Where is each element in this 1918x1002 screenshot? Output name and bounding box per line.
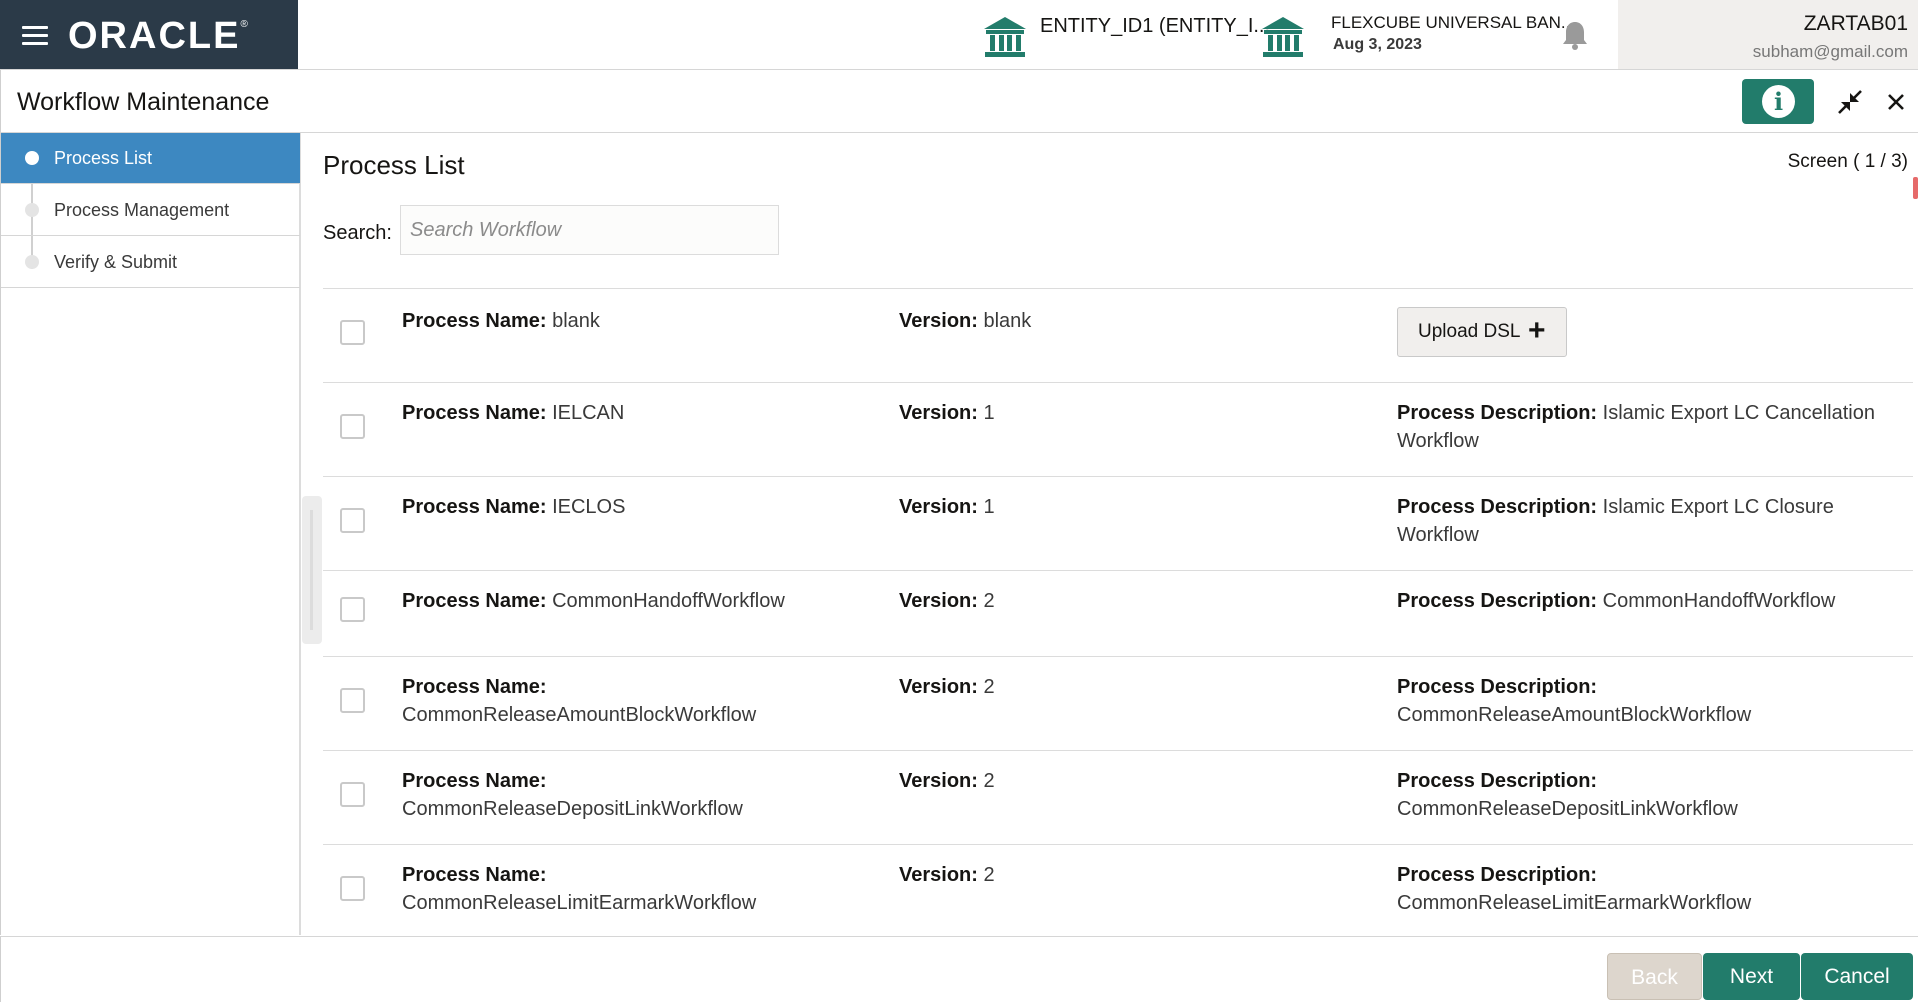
user-email: subham@gmail.com: [1752, 42, 1908, 61]
process-name: Process Name: IECLOS: [402, 496, 626, 518]
process-version: Version: 1: [899, 402, 995, 424]
window-title: Workflow Maintenance: [17, 88, 270, 116]
process-description: Process Description: Islamic Export LC C…: [1397, 496, 1834, 546]
row-checkbox[interactable]: [340, 876, 365, 901]
process-name: Process Name: CommonReleaseDepositLinkWor…: [402, 770, 743, 820]
scroll-indicator[interactable]: [1913, 177, 1918, 199]
process-name: Process Name: CommonHandoffWorkflow: [402, 590, 785, 612]
user-id: ZARTAB01: [1803, 12, 1908, 35]
user-menu[interactable]: ZARTAB01 subham@gmail.com: [1618, 0, 1918, 69]
list-item: Process Name: CommonReleaseLimitEarmarkWo…: [323, 844, 1913, 938]
bell-icon[interactable]: [1560, 19, 1590, 51]
process-description: Process Description: CommonReleaseLimitEa…: [1397, 864, 1752, 914]
process-version: Version: 1: [899, 496, 995, 518]
next-button[interactable]: Next: [1703, 953, 1800, 1000]
process-version: Version: 2: [899, 770, 995, 792]
sidebar-item-label: Process Management: [54, 200, 230, 220]
row-checkbox[interactable]: [340, 508, 365, 533]
list-item: Process Name: CommonReleaseDepositLinkWor…: [323, 750, 1913, 844]
list-item: Process Name: IELCAN Version: 1 Process …: [323, 382, 1913, 476]
process-name: Process Name: CommonReleaseAmountBlockWor…: [402, 676, 757, 726]
hamburger-icon[interactable]: [22, 26, 48, 45]
page-title: Process List: [323, 150, 465, 180]
sidebar-item-verify-submit[interactable]: Verify & Submit: [1, 237, 300, 288]
close-icon[interactable]: [1884, 90, 1908, 114]
step-dot-icon: [25, 203, 39, 217]
branch-date: Aug 3, 2023: [1333, 36, 1422, 53]
upload-dsl-button[interactable]: Upload DSL +: [1397, 307, 1567, 357]
oracle-logo: ORACLE®: [68, 15, 250, 57]
process-version: Version: 2: [899, 676, 995, 698]
process-description: Process Description: Islamic Export LC C…: [1397, 402, 1875, 452]
entity-selector[interactable]: ENTITY_ID1 (ENTITY_I...: [1040, 15, 1270, 38]
brand-bar: ORACLE®: [0, 0, 298, 69]
sidebar-item-process-list[interactable]: Process List: [1, 133, 300, 184]
main-content: Process List Screen ( 1 / 3) Search: Pro…: [303, 133, 1918, 938]
cancel-button[interactable]: Cancel: [1801, 953, 1913, 1000]
back-button[interactable]: Back: [1607, 953, 1702, 1000]
list-item: Process Name: CommonReleaseAmountBlockWor…: [323, 656, 1913, 750]
step-sidebar: Process List Process Management Verify &…: [0, 133, 301, 935]
list-item: Process Name: IECLOS Version: 1 Process …: [323, 476, 1913, 570]
row-checkbox[interactable]: [340, 782, 365, 807]
process-name: Process Name: CommonReleaseLimitEarmarkWo…: [402, 864, 757, 914]
bank-name[interactable]: FLEXCUBE UNIVERSAL BAN...: [1331, 13, 1575, 33]
search-label: Search:: [323, 222, 392, 244]
row-checkbox[interactable]: [340, 320, 365, 345]
row-checkbox[interactable]: [340, 414, 365, 439]
info-button[interactable]: i: [1742, 79, 1814, 124]
search-input[interactable]: [400, 205, 779, 255]
process-description: Process Description: CommonReleaseAmountB…: [1397, 676, 1752, 726]
list-item: Process Name: CommonHandoffWorkflow Vers…: [323, 570, 1913, 656]
step-dot-icon: [25, 151, 39, 165]
window-header: Workflow Maintenance i: [0, 70, 1918, 133]
row-checkbox[interactable]: [340, 597, 365, 622]
process-version: Version: 2: [899, 864, 995, 886]
top-bar: ORACLE® ENTITY_ID1 (ENTITY_I... FLEXCUBE…: [0, 0, 1918, 70]
process-name: Process Name: IELCAN: [402, 402, 625, 424]
minimize-icon[interactable]: [1837, 89, 1863, 115]
process-description: Process Description: CommonReleaseDeposit…: [1397, 770, 1738, 820]
process-description: Process Description: CommonHandoffWorkfl…: [1397, 590, 1836, 612]
bank-icon[interactable]: [1260, 13, 1306, 59]
sidebar-item-process-management[interactable]: Process Management: [1, 185, 300, 236]
process-version: Version: blank: [899, 310, 1032, 332]
screen-indicator: Screen ( 1 / 3): [1787, 151, 1908, 172]
sidebar-item-label: Verify & Submit: [54, 252, 178, 272]
sidebar-item-label: Process List: [54, 148, 153, 168]
bank-icon[interactable]: [982, 13, 1028, 59]
info-icon: i: [1762, 85, 1795, 118]
process-version: Version: 2: [899, 590, 995, 612]
list-item: Process Name: blank Version: blank Uploa…: [323, 288, 1913, 382]
step-dot-icon: [25, 255, 39, 269]
row-checkbox[interactable]: [340, 688, 365, 713]
process-name: Process Name: blank: [402, 310, 600, 332]
plus-icon: +: [1528, 314, 1546, 347]
footer-bar: Back Next Cancel: [0, 936, 1918, 1002]
